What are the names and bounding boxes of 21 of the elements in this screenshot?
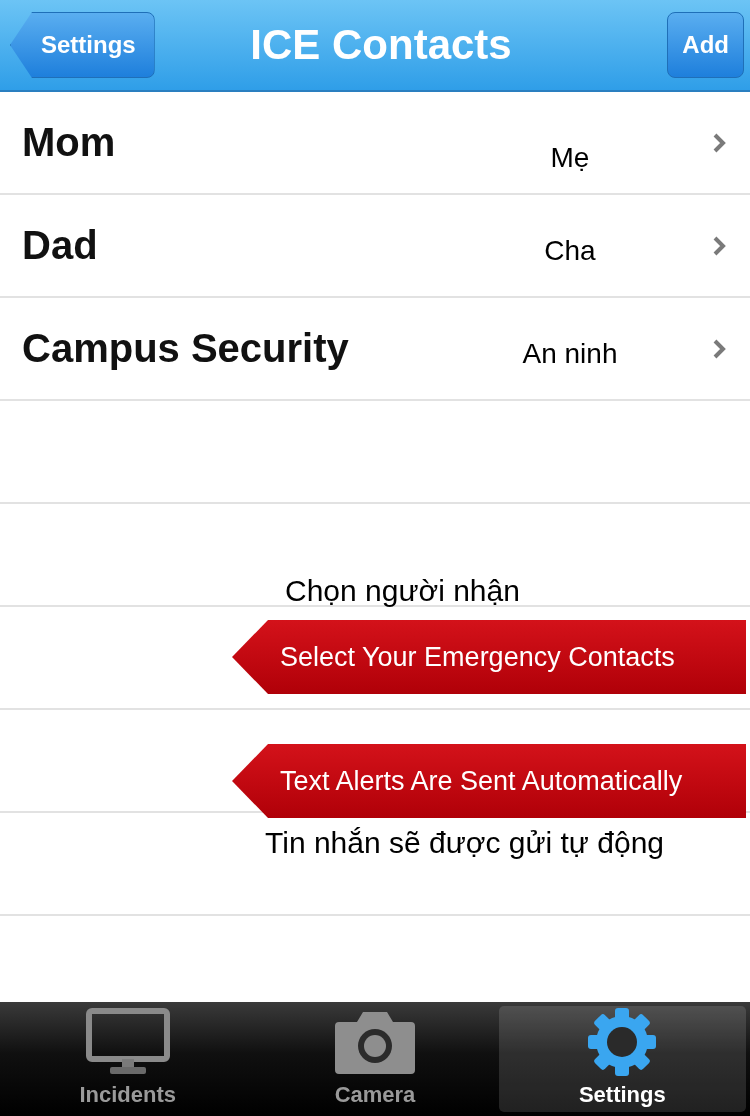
tab[interactable]: Camera [251, 1006, 499, 1112]
chevron-icon [712, 338, 726, 360]
contact-row[interactable]: Campus Security An ninh [0, 298, 750, 401]
callout-banner: Text Alerts Are Sent Automatically [232, 744, 746, 818]
contact-name: Campus Security [22, 326, 349, 371]
contact-row[interactable]: Dad Cha [0, 195, 750, 298]
contact-row[interactable]: Mom Mẹ [0, 92, 750, 195]
screen-title: ICE Contacts [249, 21, 513, 69]
translation-label: An ninh [521, 338, 619, 370]
tab[interactable]: Settings [498, 1006, 746, 1112]
chevron-icon [712, 132, 726, 154]
translation-caption: Chọn người nhận [285, 574, 520, 608]
contact-name: Dad [22, 223, 98, 268]
monitor-icon [85, 1008, 170, 1076]
tab[interactable]: Incidents [4, 1006, 252, 1112]
chevron-icon [712, 235, 726, 257]
translation-caption: Tin nhắn sẽ được gửi tự động [265, 826, 665, 860]
translation-label: Mẹ [549, 142, 591, 174]
translation-label: Cha [543, 235, 597, 267]
callout-banner: Select Your Emergency Contacts [232, 620, 746, 694]
contact-name: Mom [22, 120, 116, 165]
